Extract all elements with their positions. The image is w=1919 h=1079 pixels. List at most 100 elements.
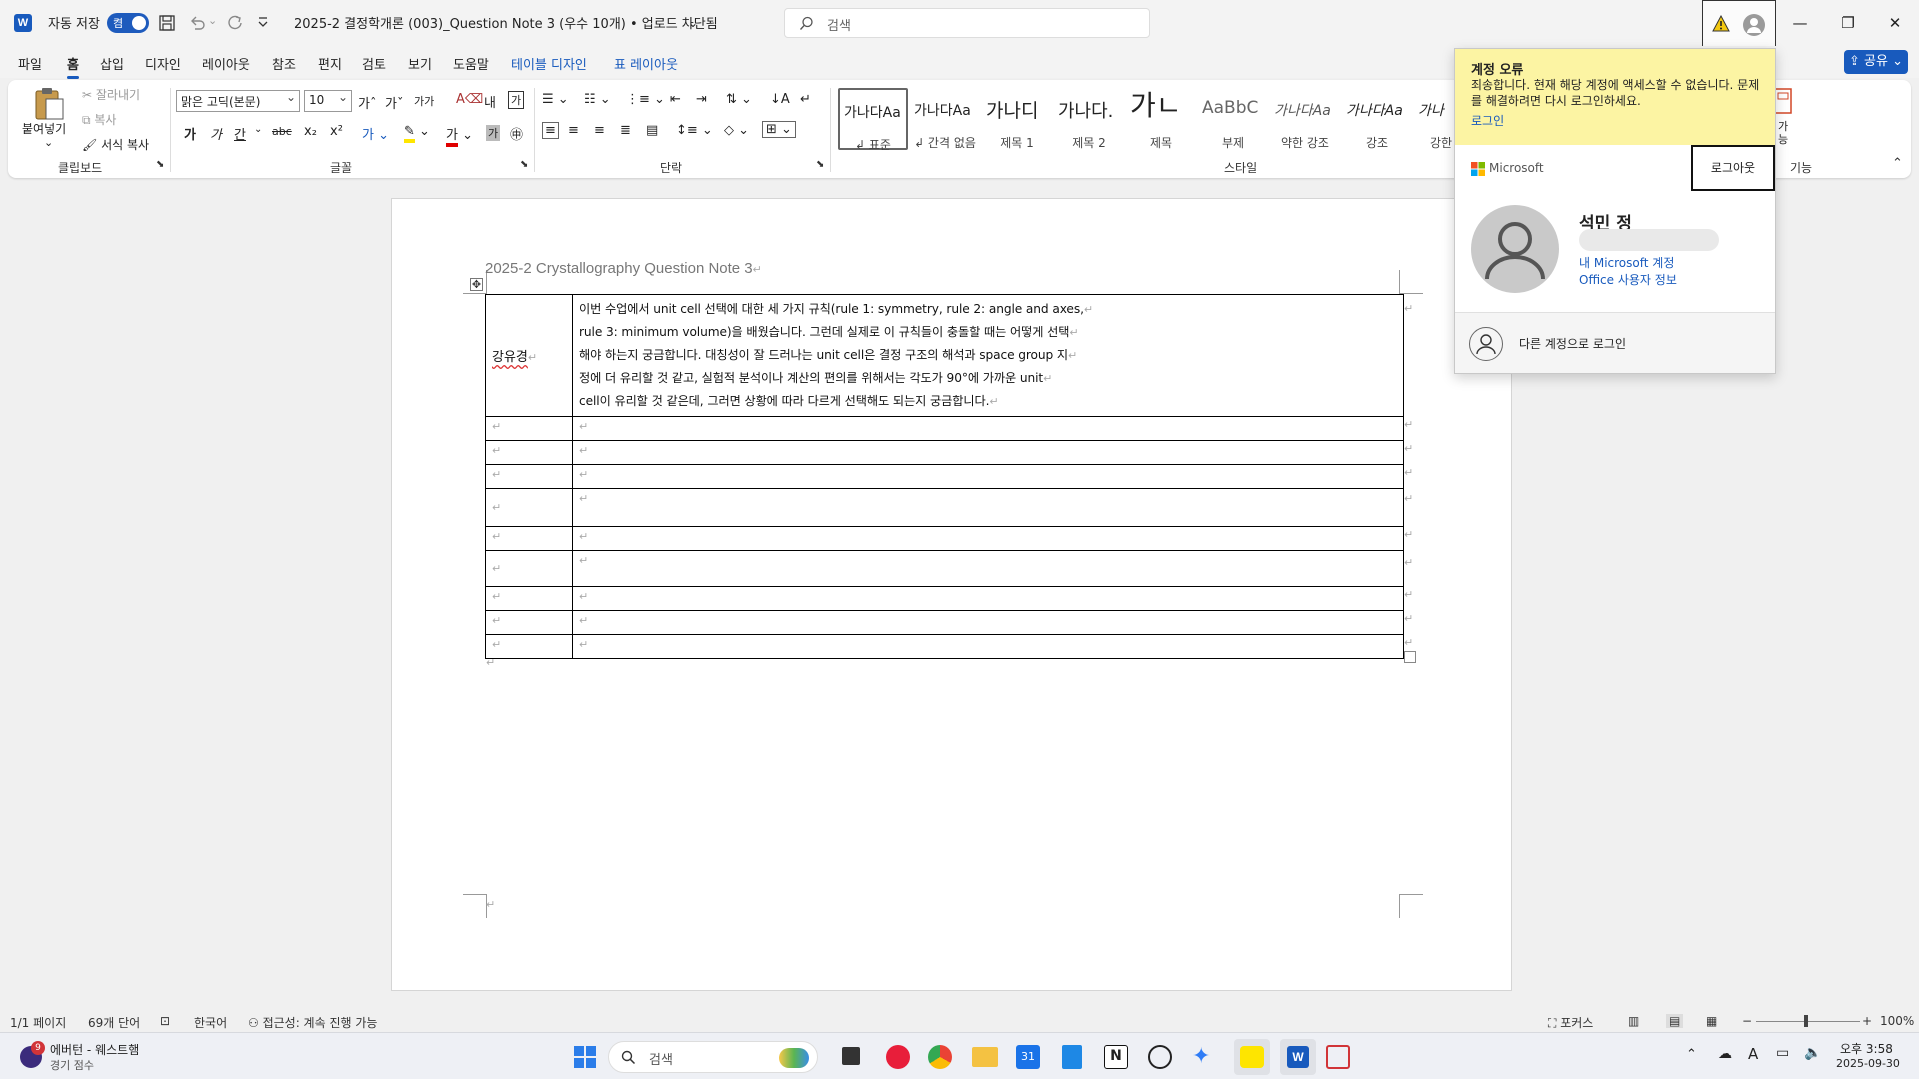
accessibility-status[interactable]: ⚇ 접근성: 계속 진행 가능 (248, 1014, 377, 1031)
distribute-icon[interactable]: ▤ (646, 123, 658, 138)
table-cell[interactable]: ↵ (485, 440, 573, 465)
style-title[interactable]: 가ㄴ 제목 (1126, 88, 1196, 150)
bold-icon[interactable]: 가 (184, 124, 196, 143)
share-button[interactable]: ⇪ 공유 ⌄ (1844, 50, 1908, 74)
char-border-icon[interactable]: 가 (508, 91, 525, 109)
table-cell[interactable]: ↵ (485, 610, 573, 635)
my-account-link[interactable]: 내 Microsoft 계정 (1579, 254, 1674, 271)
clock-date[interactable]: 2025-09-30 (1836, 1057, 1900, 1070)
style-subtle-emphasis[interactable]: 가나다Aa 약한 강조 (1270, 88, 1340, 150)
kakaotalk-icon[interactable] (1234, 1039, 1270, 1075)
undo-icon[interactable] (188, 14, 206, 32)
proofing-icon[interactable]: ⊡ (160, 1014, 170, 1028)
close-icon[interactable]: ✕ (1882, 10, 1908, 36)
taskbar-search[interactable]: 검색 (608, 1041, 818, 1073)
read-mode-icon[interactable]: ▥ (1628, 1014, 1639, 1028)
numbering-icon[interactable]: ☷ ⌄ (584, 92, 611, 107)
word-taskbar-icon[interactable]: W (1280, 1039, 1316, 1075)
clipboard-launcher-icon[interactable]: ⬊ (156, 159, 164, 170)
grow-font-icon[interactable]: 가ˆ (358, 93, 376, 112)
table-cell-name[interactable]: 강유경↵ (485, 294, 573, 417)
autosave-toggle[interactable]: 켬 (107, 13, 149, 33)
phonetic-icon[interactable]: 내 (484, 92, 496, 111)
tab-mailings[interactable]: 편지 (318, 54, 342, 73)
table-move-handle-icon[interactable]: ✥ (470, 278, 483, 291)
subscript-icon[interactable]: x₂ (304, 124, 317, 139)
volume-icon[interactable]: 🔈 (1804, 1045, 1821, 1061)
notepad-icon[interactable] (1062, 1045, 1082, 1069)
table-cell[interactable]: ↵ (485, 550, 573, 587)
style-emphasis[interactable]: 가나다Aa 강조 (1342, 88, 1412, 150)
tab-view[interactable]: 보기 (408, 54, 432, 73)
table-cell[interactable]: ↵ (485, 464, 573, 489)
warning-icon[interactable] (1712, 15, 1730, 32)
font-name-combo[interactable]: 맑은 고딕(본문) (176, 90, 300, 112)
file-explorer-icon[interactable] (972, 1047, 998, 1067)
print-layout-icon[interactable]: ▤ (1666, 1014, 1684, 1028)
table-cell[interactable]: ↵ (572, 634, 1404, 659)
style-normal[interactable]: 가나다Aa ↲ 표준 (838, 88, 908, 152)
display-icon[interactable]: ▭ (1776, 1045, 1789, 1061)
line-spacing-icon[interactable]: ↕≡ ⌄ (676, 123, 713, 138)
zoom-in-icon[interactable]: + (1862, 1014, 1872, 1028)
copy-button[interactable]: ⧉ 복사 (82, 111, 116, 128)
title-dropdown-icon[interactable]: ⌄ (688, 16, 698, 30)
italic-icon[interactable]: 가 (210, 124, 222, 143)
title-search-box[interactable]: 검색 (784, 8, 1150, 38)
table-cell[interactable]: ↵ (572, 416, 1404, 441)
text-direction-icon[interactable]: ⇅ ⌄ (726, 92, 752, 107)
style-heading-1[interactable]: 가나디 제목 1 (982, 88, 1052, 150)
tab-table-layout[interactable]: 표 레이아웃 (614, 54, 678, 73)
decrease-indent-icon[interactable]: ⇤ (670, 92, 681, 107)
paragraph-launcher-icon[interactable]: ⬊ (816, 159, 824, 170)
task-view-icon[interactable] (842, 1047, 860, 1065)
logout-button[interactable]: 로그아웃 (1691, 145, 1775, 191)
media-player-icon[interactable] (886, 1045, 910, 1069)
zoom-out-icon[interactable]: − (1742, 1014, 1752, 1028)
tab-home[interactable]: 홈 (67, 54, 79, 79)
tab-help[interactable]: 도움말 (453, 54, 489, 73)
table-cell[interactable]: ↵ (572, 550, 1404, 587)
clear-format-icon[interactable]: A⌫ (456, 92, 483, 107)
restore-icon[interactable]: ❐ (1835, 10, 1861, 36)
increase-indent-icon[interactable]: ⇥ (696, 92, 707, 107)
format-painter-button[interactable]: 🖌 서식 복사 (82, 136, 149, 153)
table-cell[interactable]: ↵ (572, 526, 1404, 551)
align-right-icon[interactable]: ≡ (594, 123, 605, 138)
align-center-icon[interactable]: ≡ (568, 123, 579, 138)
style-heading-2[interactable]: 가나다. 제목 2 (1054, 88, 1124, 150)
font-size-combo[interactable]: 10 (304, 90, 352, 112)
document-title[interactable]: 2025-2 결정학개론 (003)_Question Note 3 (우수 1… (294, 13, 718, 32)
align-left-icon[interactable]: ≡ (542, 122, 559, 139)
table-cell[interactable]: ↵ (485, 634, 573, 659)
show-hidden-icons-icon[interactable]: ⌃ (1686, 1047, 1697, 1062)
word-count[interactable]: 69개 단어 (88, 1014, 140, 1031)
office-user-info-link[interactable]: Office 사용자 정보 (1579, 271, 1677, 288)
copilot-icon[interactable]: ✦ (1192, 1045, 1210, 1069)
tab-file[interactable]: 파일 (18, 54, 42, 73)
collapse-ribbon-icon[interactable]: ⌃ (1892, 156, 1903, 171)
show-marks-icon[interactable]: ↵ (800, 92, 811, 107)
snipping-tool-icon[interactable] (1326, 1045, 1350, 1069)
ime-icon[interactable]: A (1748, 1045, 1758, 1063)
shading-icon[interactable]: ◇ ⌄ (724, 123, 749, 138)
superscript-icon[interactable]: x² (330, 124, 343, 139)
style-subtitle[interactable]: AaBbC 부제 (1198, 88, 1268, 150)
justify-icon[interactable]: ≣ (620, 123, 631, 138)
shrink-font-icon[interactable]: 가ˇ (385, 93, 403, 112)
language-indicator[interactable]: 한국어 (194, 1014, 227, 1031)
char-shading-icon[interactable]: 가 (486, 125, 501, 141)
notion-icon[interactable]: N (1104, 1045, 1128, 1069)
enclose-char-icon[interactable]: ㊥ (510, 124, 523, 143)
zoom-level[interactable]: 100% (1880, 1014, 1914, 1028)
underline-dropdown-icon[interactable]: ⌄ (254, 124, 262, 135)
table-cell[interactable]: ↵ (485, 416, 573, 441)
redo-icon[interactable] (226, 14, 244, 32)
paste-dropdown-icon[interactable]: ⌄ (44, 136, 53, 149)
save-icon[interactable] (158, 14, 176, 32)
tab-design[interactable]: 디자인 (145, 54, 181, 73)
table-cell[interactable]: ↵ (572, 464, 1404, 489)
tab-layout[interactable]: 레이아웃 (202, 54, 250, 73)
widget-title[interactable]: 에버턴 - 웨스트햄 (50, 1041, 139, 1058)
network-icon[interactable]: ☁ (1718, 1046, 1732, 1062)
